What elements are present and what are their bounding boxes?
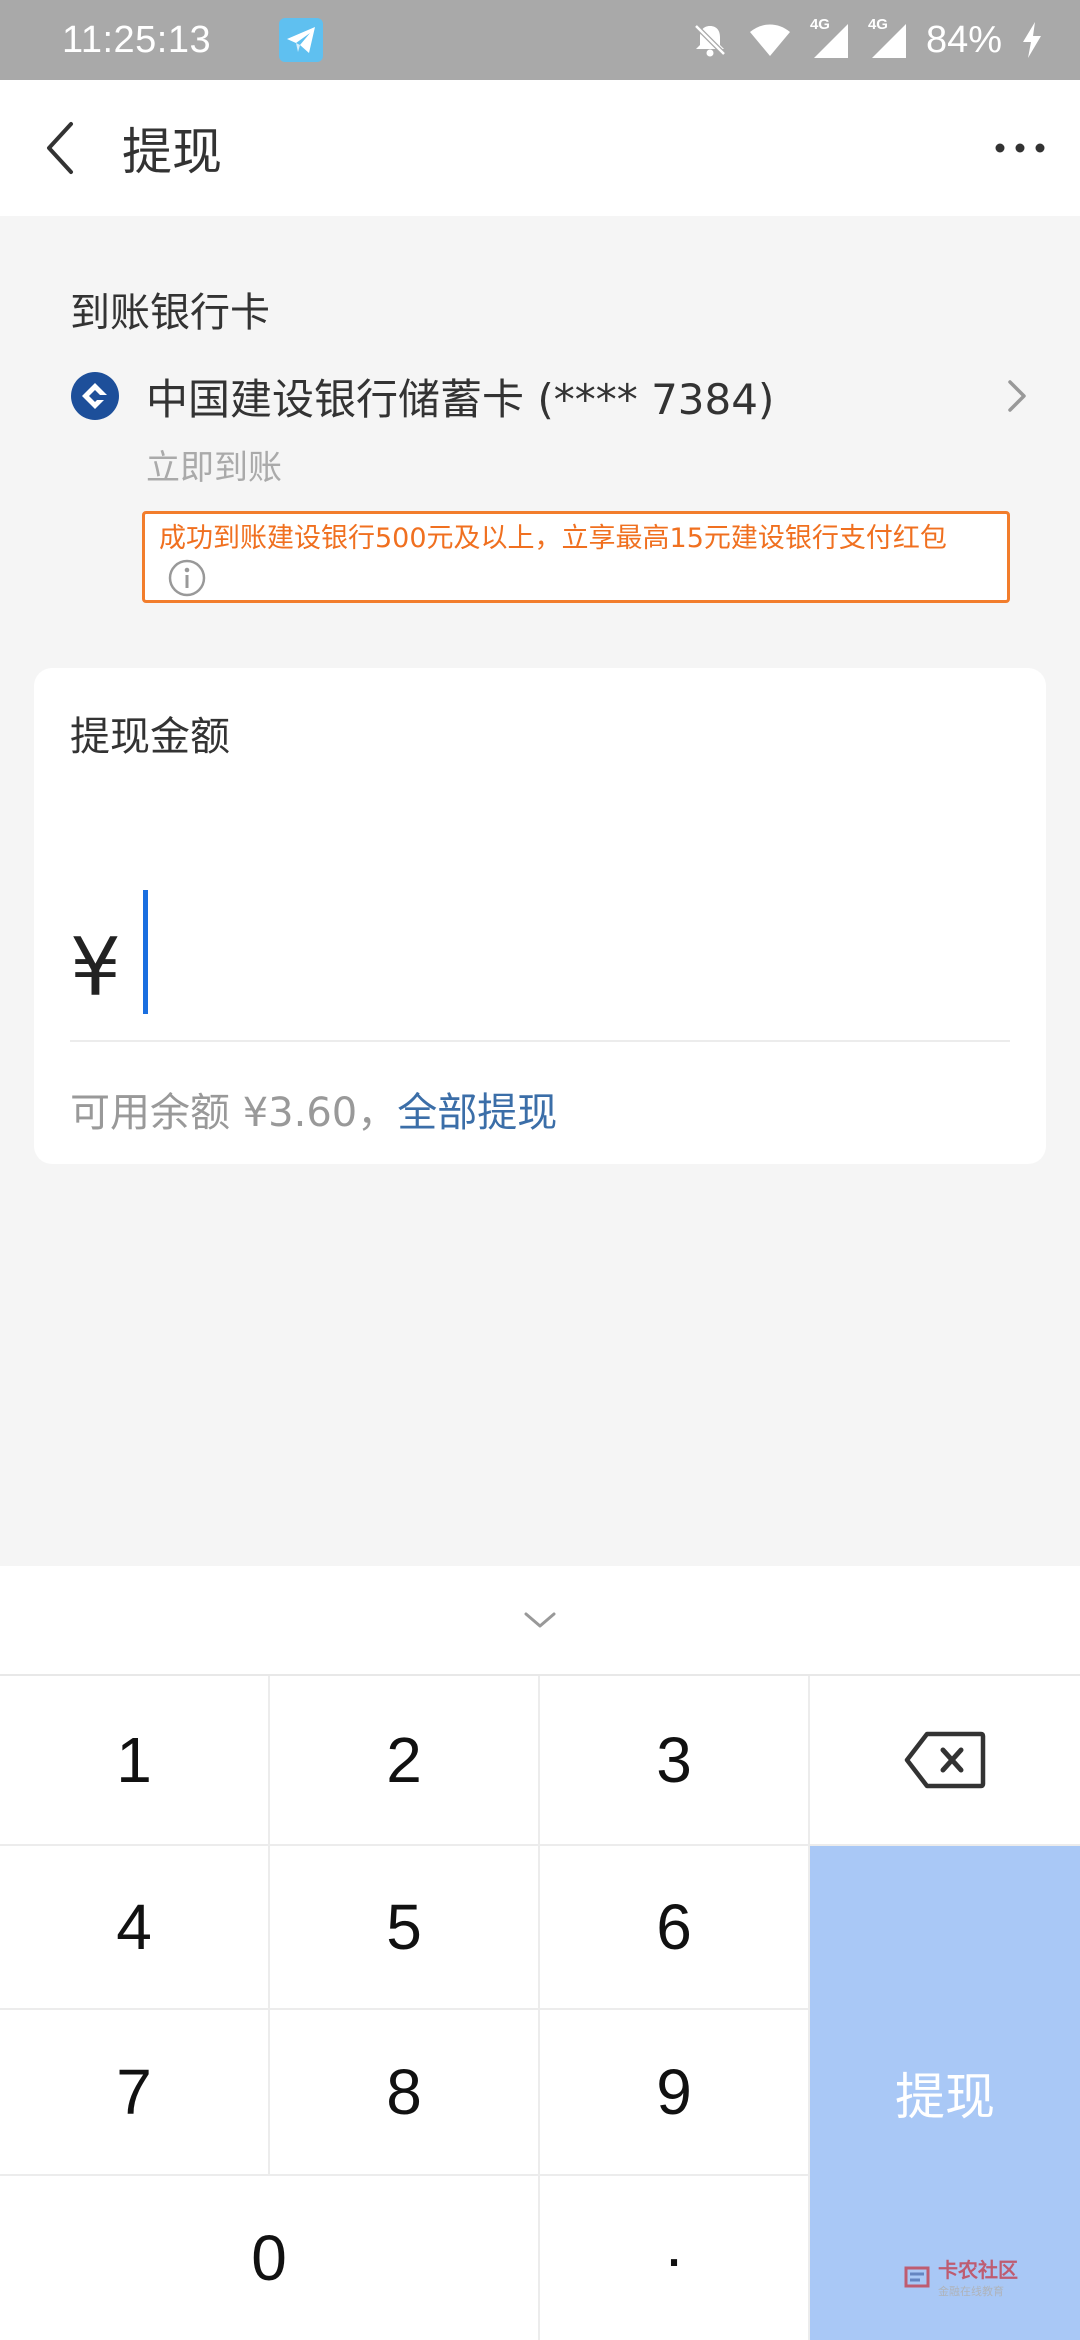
backspace-icon: [904, 1731, 986, 1789]
amount-input[interactable]: ¥: [70, 878, 1010, 1014]
more-dots-icon: [995, 143, 1045, 153]
signal-icon: 4G: [868, 16, 908, 60]
bank-section-label: 到账银行卡: [70, 290, 270, 336]
promo-banner[interactable]: 成功到账建设银行500元及以上，立享最高15元建设银行支付红包: [142, 511, 1010, 603]
battery-percent: 84%: [925, 18, 1002, 61]
watermark: 卡农社区 金融在线教育: [902, 2254, 1018, 2299]
bank-card-selector[interactable]: 中国建设银行储蓄卡 (**** 7384): [70, 366, 1030, 426]
key-0[interactable]: 0: [0, 2176, 540, 2340]
telegram-icon: [279, 18, 324, 62]
numeric-keyboard: 1 2 3 4 5 6 7 8 9 0 · 提现: [0, 1676, 1080, 2340]
key-5[interactable]: 5: [270, 1846, 540, 2010]
watermark-subtitle: 金融在线教育: [938, 2285, 1004, 2298]
key-7[interactable]: 7: [0, 2010, 270, 2176]
bank-card-section: 到账银行卡 中国建设银行储蓄卡 (**** 7384) 立即到账 成功到账建设银…: [70, 280, 1030, 603]
bell-off-icon: [690, 20, 730, 60]
backspace-key[interactable]: [810, 1676, 1080, 1846]
balance-row: 可用余额 ¥3.60， 全部提现: [70, 1080, 557, 1138]
key-3[interactable]: 3: [540, 1676, 810, 1846]
back-button[interactable]: [6, 80, 116, 216]
amount-card: 提现金额 ¥ 可用余额 ¥3.60， 全部提现: [34, 668, 1046, 1164]
watermark-logo-icon: [904, 2266, 930, 2287]
status-time: 11:25:13: [62, 18, 212, 61]
chevron-down-icon: [524, 1612, 556, 1628]
promo-text: 成功到账建设银行500元及以上，立享最高15元建设银行支付红包: [159, 523, 947, 554]
keyboard-collapse-button[interactable]: [0, 1566, 1080, 1676]
amount-label: 提现金额: [70, 714, 230, 760]
available-balance: 可用余额 ¥3.60，: [70, 1090, 398, 1136]
bank-name: 中国建设银行储蓄卡 (**** 7384): [146, 374, 775, 424]
info-icon[interactable]: [167, 558, 207, 598]
key-8[interactable]: 8: [270, 2010, 540, 2176]
network-label: 4G: [867, 16, 888, 33]
divider: [70, 1040, 1010, 1042]
arrival-note: 立即到账: [146, 448, 282, 488]
key-9[interactable]: 9: [540, 2010, 810, 2176]
status-icons: 4G 4G 84%: [690, 16, 1044, 62]
more-button[interactable]: [960, 80, 1080, 216]
chevron-right-icon: [1008, 380, 1026, 412]
network-label: 4G: [809, 16, 830, 33]
status-bar: 11:25:13 4G 4G 84%: [0, 0, 1080, 80]
signal-icon: 4G: [810, 16, 850, 60]
withdraw-all-link[interactable]: 全部提现: [397, 1080, 557, 1138]
app-header: 提现: [0, 80, 1080, 216]
charging-icon: [1020, 20, 1044, 60]
key-4[interactable]: 4: [0, 1846, 270, 2010]
key-6[interactable]: 6: [540, 1846, 810, 2010]
key-1[interactable]: 1: [0, 1676, 270, 1846]
key-2[interactable]: 2: [270, 1676, 540, 1846]
page-title: 提现: [122, 123, 222, 181]
watermark-title: 卡农社区: [938, 2258, 1018, 2282]
text-cursor: [142, 890, 148, 1014]
key-dot[interactable]: ·: [540, 2176, 810, 2340]
chevron-left-icon: [47, 122, 73, 174]
wifi-icon: [748, 22, 792, 58]
ccb-logo-icon: [71, 372, 119, 420]
currency-symbol: ¥: [70, 921, 121, 1014]
